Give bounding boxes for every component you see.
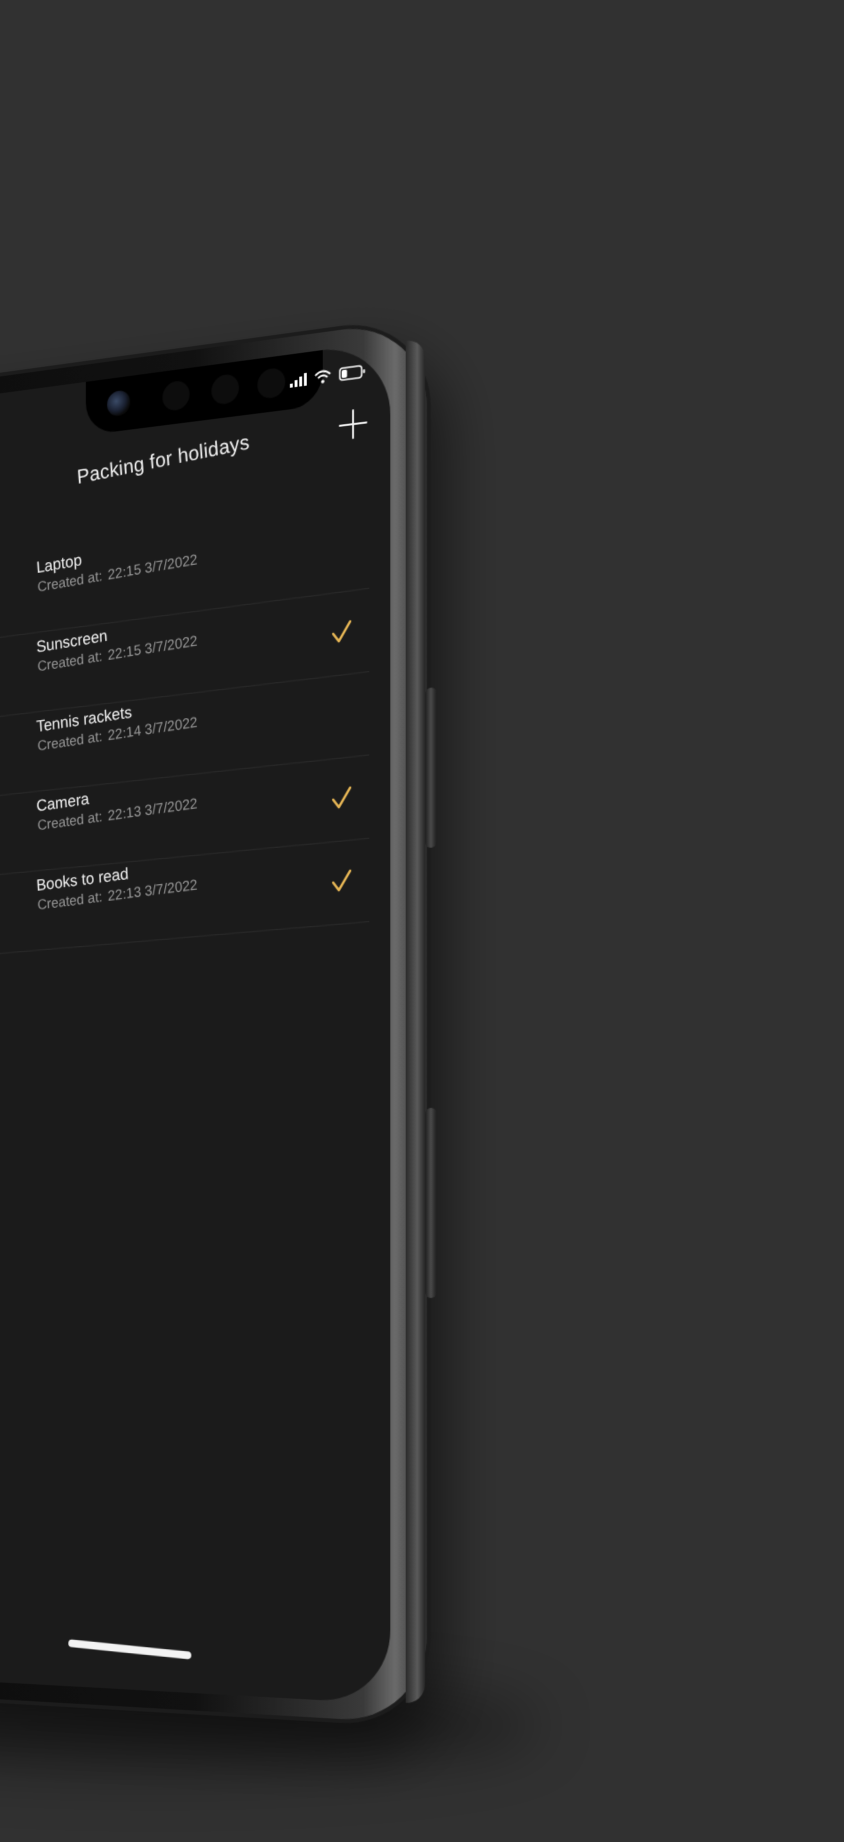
notch [85,350,323,436]
checkmark-icon[interactable] [331,618,352,646]
item-text: Camera Created at: 22:13 3/7/2022 [36,773,198,835]
sensor-icon [162,379,190,413]
backdrop: Packing for holidays Laptop Created at: 2… [0,0,844,1842]
signal-icon [289,372,307,388]
volume-button [425,687,437,849]
phone-frame: Packing for holidays Laptop Created at: 2… [0,318,437,1724]
battery-icon [339,364,366,381]
sensor-icon [211,372,239,406]
checkmark-icon[interactable] [331,784,352,811]
home-indicator[interactable] [68,1639,192,1660]
row-divider [0,921,370,979]
packing-list: Laptop Created at: 22:15 3/7/2022 Sunscre… [0,505,390,979]
item-text: Tennis rackets Created at: 22:14 3/7/2022 [36,692,198,756]
add-item-button[interactable] [337,405,369,443]
wifi-icon [314,369,331,385]
item-text: Laptop Created at: 22:15 3/7/2022 [36,529,198,597]
app-screen: Packing for holidays Laptop Created at: 2… [0,340,391,1704]
power-button [425,1107,437,1299]
page-title: Packing for holidays [76,431,251,489]
checkmark-icon[interactable] [331,868,352,895]
item-text: Books to read Created at: 22:13 3/7/2022 [36,855,198,916]
sensor-icon [257,366,286,400]
front-camera-icon [107,389,131,418]
item-text: Sunscreen Created at: 22:15 3/7/2022 [36,611,198,677]
